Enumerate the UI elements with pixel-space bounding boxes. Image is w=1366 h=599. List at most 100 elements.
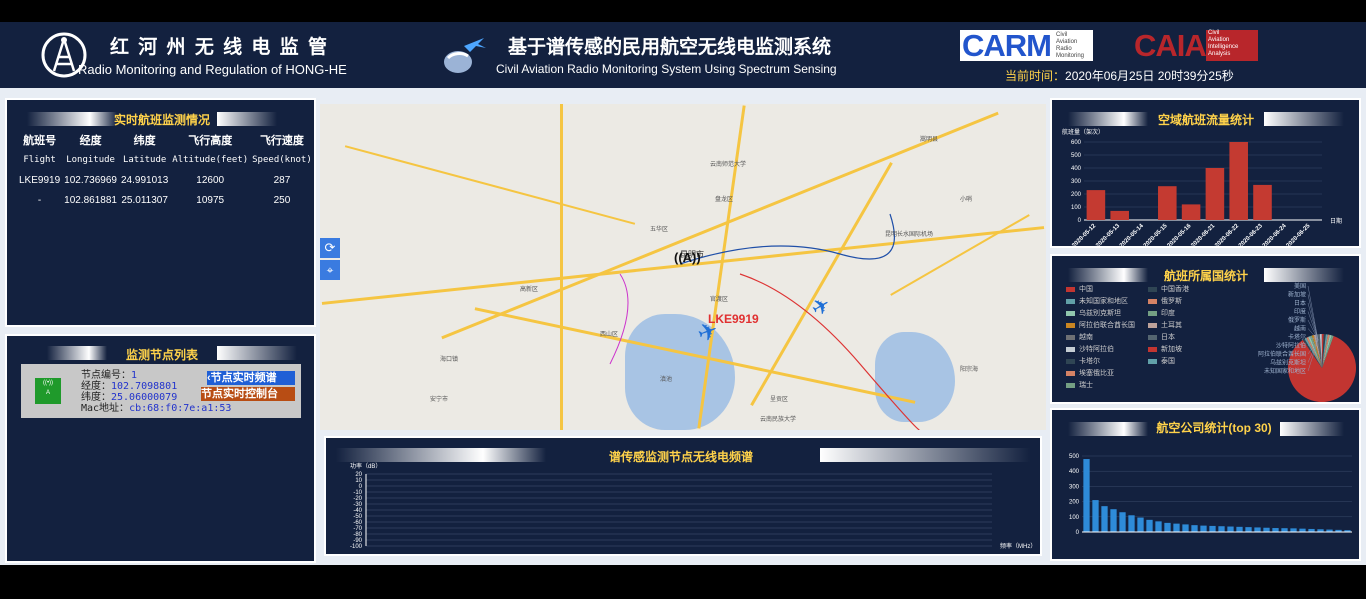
cell: 250 xyxy=(273,194,291,206)
system-subtitle: Civil Aviation Radio Monitoring System U… xyxy=(496,62,837,76)
carm-logo-tag: Civil Aviation Radio Monitoring xyxy=(1056,32,1084,60)
carm-tag-line: Aviation xyxy=(1056,39,1078,45)
bar xyxy=(1158,186,1177,220)
bar xyxy=(1173,523,1180,532)
bar xyxy=(1191,525,1198,532)
place-label: 五华区 xyxy=(650,227,669,233)
bar xyxy=(1253,184,1272,220)
bar xyxy=(1299,528,1306,532)
node-spectrum-label: 节点实时频谱 xyxy=(210,372,277,384)
current-time: 当前时间：2020年06月25日 20时39分25秒 xyxy=(1005,67,1234,84)
org-title: 红 河 州 无 线 电 监 管 xyxy=(110,37,329,58)
cell: 10975 xyxy=(196,194,225,206)
col-header: Altitude(feet) xyxy=(172,155,249,165)
carm-logo: CARM Civil Aviation Radio Monitoring xyxy=(960,28,1093,63)
y-tick-label: 300 xyxy=(1071,179,1082,185)
col-header: Longitude xyxy=(66,155,115,165)
col-header: 纬度 xyxy=(133,135,156,147)
flight-monitor-panel: 实时航班监测情况 航班号 经度 纬度 飞行高度 飞行速度 Flight Long… xyxy=(5,98,316,327)
airline-stats-panel: 航空公司统计(top 30) 0 100 200 300 400 500 xyxy=(1050,408,1361,561)
node-spectrum-button[interactable]: ‹节点实时频谱 xyxy=(207,371,295,385)
y-tick-label: 400 xyxy=(1069,469,1080,475)
y-tick-label: 200 xyxy=(1071,192,1082,198)
map-view[interactable]: 昆明市 五华区 盘龙区 官渡区 西山区 呈贡区 嵩明县 云南师范大学 云南民族大… xyxy=(320,104,1046,430)
col-header: 航班号 xyxy=(23,135,57,147)
bar xyxy=(1128,515,1135,532)
node-lat-label: 纬度： xyxy=(81,392,111,403)
x-tick-label: 2020-06-21 xyxy=(1190,223,1216,246)
refresh-icon[interactable]: ⟳ xyxy=(320,238,340,258)
x-tick-label: 2020-06-22 xyxy=(1214,223,1240,246)
place-label: 云南民族大学 xyxy=(760,417,797,423)
table-row[interactable]: LKE9919 102.736969 24.991013 12600 287 xyxy=(17,170,314,190)
flight-table: 航班号 经度 纬度 飞行高度 飞行速度 Flight Longitude Lat… xyxy=(17,130,314,210)
bar xyxy=(1155,521,1162,532)
airline-chart: 0 100 200 300 400 500 xyxy=(1069,454,1352,536)
y-tick-label: -100 xyxy=(350,544,363,550)
bar xyxy=(1181,204,1201,220)
carm-tag-line: Radio xyxy=(1056,46,1072,52)
bar xyxy=(1236,526,1243,532)
panel-title: 监测节点列表 xyxy=(125,348,198,362)
flight-tracks xyxy=(609,213,921,430)
bar xyxy=(1209,525,1216,532)
time-value: 2020年06月25日 20时39分25秒 xyxy=(1065,69,1234,83)
x-axis-label: 频率（MHz） xyxy=(1000,542,1036,550)
carm-tag-line: Monitoring xyxy=(1056,53,1085,59)
table-row[interactable]: - 102.861881 25.011307 10975 250 xyxy=(17,190,314,210)
pie-leader-line xyxy=(1307,285,1319,341)
location-icon[interactable]: ⌖ xyxy=(320,260,340,280)
place-label: 海口镇 xyxy=(440,357,459,363)
bar xyxy=(1245,527,1252,532)
node-control-button[interactable]: 节点实时控制台 xyxy=(201,387,295,401)
spectrum-chart: 功率（dB）频率（MHz）20100-10-20-30-40-50-60-70-… xyxy=(350,462,1036,550)
pie-label: 乌兹别克斯坦 xyxy=(1270,359,1306,367)
node-lon-label: 经度： xyxy=(81,381,111,392)
bar xyxy=(1227,526,1234,532)
place-label: 西山区 xyxy=(600,332,619,338)
node-control-label: 节点实时控制台 xyxy=(201,388,278,400)
carm-logo-text: CARM xyxy=(962,28,1052,63)
system-title: 基于谱传感的民用航空无线电监测系统 xyxy=(508,37,832,58)
y-axis-label: 功率（dB） xyxy=(350,462,381,470)
bar xyxy=(1146,519,1153,532)
bar xyxy=(1086,190,1106,220)
bar xyxy=(1182,524,1189,532)
pie-label: 卡塔尔 xyxy=(1288,333,1306,341)
place-label: 小哨 xyxy=(960,197,973,203)
node-card[interactable]: ((•)) A 节点编号：1 经度：102.7098801 纬度：25.06000… xyxy=(21,364,301,418)
bar xyxy=(1110,509,1117,532)
y-tick-label: 300 xyxy=(1069,484,1080,490)
col-header: Flight xyxy=(23,155,56,165)
bar xyxy=(1164,522,1171,532)
bar xyxy=(1229,142,1248,220)
title-bar-right xyxy=(217,112,277,126)
bar xyxy=(1263,527,1270,532)
col-header: 经度 xyxy=(79,135,102,147)
antenna-marker-icon[interactable]: ((A)) xyxy=(674,250,701,265)
title-bar-left xyxy=(1068,422,1148,436)
node-id-label: 节点编号： xyxy=(81,370,131,381)
place-label: 阳宗海 xyxy=(960,367,979,373)
caia-tag-line: Civil xyxy=(1208,30,1220,36)
x-tick-label: 2020-05-12 xyxy=(1071,223,1097,246)
bar xyxy=(1281,528,1288,532)
cell: - xyxy=(37,194,42,206)
node-id-value: 1 xyxy=(131,370,138,381)
place-label: 昆明长水国际机场 xyxy=(885,232,934,238)
satellite-logo-icon xyxy=(444,38,486,73)
bottom-black-bar xyxy=(0,565,1366,599)
pie-label: 俄罗斯 xyxy=(1288,316,1306,324)
bar xyxy=(1290,528,1297,532)
node-mac-label: Mac地址： xyxy=(81,403,130,414)
x-tick-label: 2020-06-23 xyxy=(1238,223,1264,246)
pie-leader-line xyxy=(1307,294,1319,341)
place-label: 官渡区 xyxy=(710,297,729,303)
spectrum-panel: 谱传感监测节点无线电频谱 功率（dB） 频率（MHz） 20 10 0 -10 -20 -30… xyxy=(324,436,1042,556)
pie-label: 印度 xyxy=(1294,308,1306,316)
cell: 102.736969 xyxy=(64,174,117,186)
cell: 24.991013 xyxy=(121,174,169,186)
cell: 12600 xyxy=(196,174,225,186)
title-bar-right xyxy=(217,346,297,360)
y-tick-label: 100 xyxy=(1071,205,1082,211)
